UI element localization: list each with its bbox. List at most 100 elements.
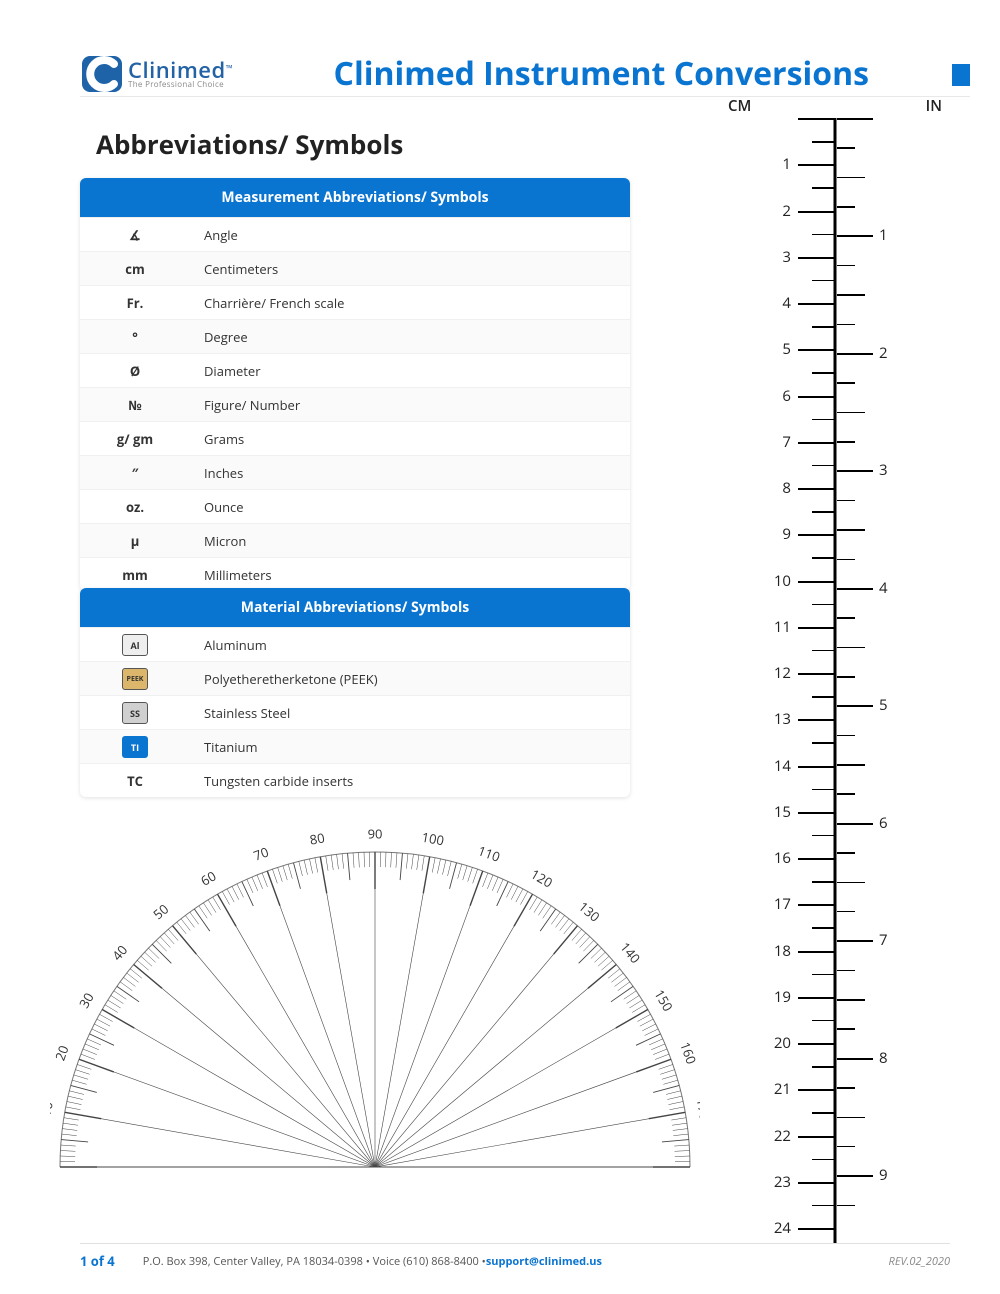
ruler-cm-number: 7 xyxy=(782,432,791,452)
ruler-tick-cm xyxy=(798,1089,834,1091)
ruler-tick-cm-half xyxy=(812,280,834,282)
ruler-tick-in-frac xyxy=(837,911,855,913)
protractor-degree-label: 120 xyxy=(528,865,556,892)
ruler-tick-cm xyxy=(798,627,834,629)
ruler-tick-in-frac xyxy=(837,206,855,208)
protractor-degree-label: 60 xyxy=(197,867,219,890)
protractor-degree-label: 70 xyxy=(251,843,271,865)
abbreviation-definition: Grams xyxy=(190,430,630,448)
ruler-tick-cm xyxy=(798,396,834,398)
abbreviation-symbol: cm xyxy=(80,260,190,278)
brand-tagline: The Professional Choice xyxy=(128,81,233,89)
abbreviation-definition: Angle xyxy=(190,226,630,244)
table-row: ″Inches xyxy=(80,455,630,489)
ruler-tick-cm-half xyxy=(812,742,834,744)
ruler-tick-in-frac xyxy=(837,793,855,795)
table-row: cmCentimeters xyxy=(80,251,630,285)
abbreviation-symbol: ″ xyxy=(80,464,190,482)
protractor: 0102030405060708090100110120130140150160… xyxy=(50,812,700,1172)
protractor-degree-label: 20 xyxy=(51,1043,73,1063)
ruler-cm-number: 1 xyxy=(782,154,791,174)
ruler-cm-number: 11 xyxy=(774,617,791,637)
ruler-tick-cm xyxy=(798,719,834,721)
ruler-cm-number: 5 xyxy=(782,339,791,359)
ruler-cm-number: 12 xyxy=(774,663,791,683)
ruler-tick-in-frac xyxy=(837,559,855,561)
ruler-tick-cm xyxy=(798,257,834,259)
material-badge: SS xyxy=(80,702,190,724)
ruler-tick-cm xyxy=(798,951,834,953)
ruler-tick-in-frac xyxy=(837,676,855,678)
ruler-tick-in xyxy=(837,1058,873,1060)
ruler-tick-in xyxy=(837,705,873,707)
ruler-tick-cm-half xyxy=(812,372,834,374)
ruler-tick-in xyxy=(837,823,873,825)
table-row: №Figure/ Number xyxy=(80,387,630,421)
ruler-tick-in-frac xyxy=(837,529,865,531)
abbreviation-definition: Centimeters xyxy=(190,260,630,278)
ruler-tick-cm xyxy=(798,118,834,120)
ruler-tick-cm-half xyxy=(812,234,834,236)
table-row: TITitanium xyxy=(80,729,630,763)
ruler-cm-number: 9 xyxy=(782,524,791,544)
ruler-cm-number: 8 xyxy=(782,478,791,498)
ruler-tick-in-frac xyxy=(837,882,865,884)
abbreviation-symbol: ∡ xyxy=(80,226,190,244)
tm-symbol: ™ xyxy=(226,61,233,74)
material-definition: Titanium xyxy=(190,738,630,756)
ruler-tick-cm-half xyxy=(812,419,834,421)
abbreviation-symbol: oz. xyxy=(80,498,190,516)
ruler-tick-cm xyxy=(798,534,834,536)
ruler-in-label: IN xyxy=(926,96,942,116)
ruler-cm-number: 10 xyxy=(774,571,791,591)
table-row: Fr.Charrière/ French scale xyxy=(80,285,630,319)
protractor-degree-label: 40 xyxy=(108,941,131,964)
ruler-cm-number: 17 xyxy=(774,894,791,914)
ruler-tick-in-frac xyxy=(837,1087,855,1089)
material-badge: Al xyxy=(80,634,190,656)
ruler-cm-number: 13 xyxy=(774,709,791,729)
ruler-tick-in-frac xyxy=(837,324,855,326)
material-definition: Tungsten carbide inserts xyxy=(190,772,630,790)
table-row: SSStainless Steel xyxy=(80,695,630,729)
ruler-tick-in-frac xyxy=(837,382,855,384)
protractor-degree-label: 150 xyxy=(650,986,677,1014)
ruler-tick-cm xyxy=(798,581,834,583)
protractor-degree-label: 90 xyxy=(368,824,383,842)
protractor-degree-label: 30 xyxy=(75,989,98,1011)
footer-email-link[interactable]: support@clinimed.us xyxy=(486,1254,602,1269)
ruler-tick-in-frac xyxy=(837,647,865,649)
ruler-tick-in xyxy=(837,353,873,355)
ruler-cm-number: 6 xyxy=(782,386,791,406)
abbreviation-definition: Degree xyxy=(190,328,630,346)
ruler-cm-number: 3 xyxy=(782,247,791,267)
ruler-tick-in xyxy=(837,1175,873,1177)
ruler-tick-in xyxy=(837,940,873,942)
ruler-tick-in-frac xyxy=(837,265,855,267)
ruler-tick-cm-half xyxy=(812,557,834,559)
ruler-tick-cm-half xyxy=(812,974,834,976)
ruler-tick-cm xyxy=(798,1182,834,1184)
ruler-cm-number: 16 xyxy=(774,848,791,868)
page-number: 1 of 4 xyxy=(80,1252,115,1270)
ruler-cm-number: 15 xyxy=(774,802,791,822)
abbreviation-definition: Charrière/ French scale xyxy=(190,294,630,312)
material-table: Material Abbreviations/ Symbols AlAlumin… xyxy=(80,588,630,797)
abbreviation-symbol: Ø xyxy=(80,362,190,380)
ruler-tick-in-frac xyxy=(837,764,865,766)
ruler-cm-number: 18 xyxy=(774,941,791,961)
ruler-tick-in-frac xyxy=(837,1028,855,1030)
abbreviation-symbol: TC xyxy=(80,772,190,790)
ruler-tick-cm xyxy=(798,766,834,768)
ruler-cm-label: CM xyxy=(728,96,751,116)
ruler-cm-number: 4 xyxy=(782,293,791,313)
ruler: CM IN 1234567891011121314151617181920212… xyxy=(720,96,950,1244)
ruler-cm-number: 14 xyxy=(774,756,791,776)
ruler-in-number: 7 xyxy=(879,930,888,950)
ruler-tick-in-frac xyxy=(837,735,855,737)
material-definition: Aluminum xyxy=(190,636,630,654)
abbreviation-symbol: g/ gm xyxy=(80,430,190,448)
footer-address: P.O. Box 398, Center Valley, PA 18034-03… xyxy=(143,1254,486,1269)
material-table-header: Material Abbreviations/ Symbols xyxy=(80,588,630,627)
ruler-in-number: 2 xyxy=(879,343,888,363)
